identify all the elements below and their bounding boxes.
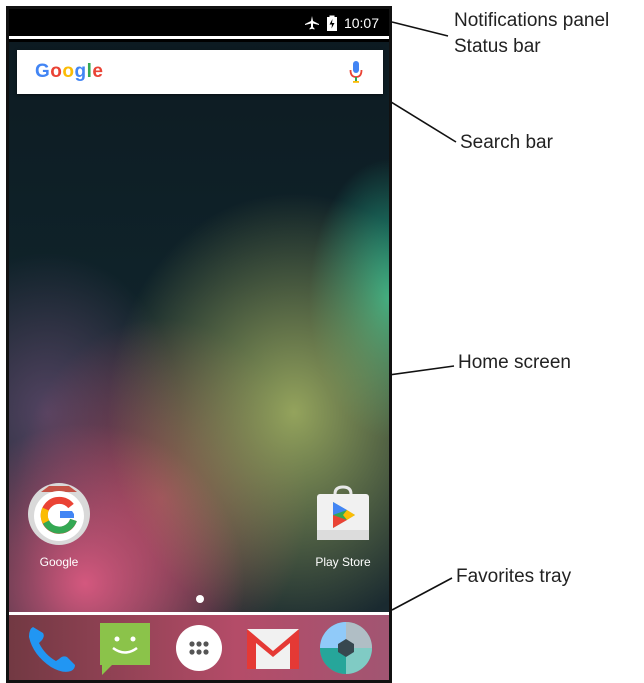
- phone-icon[interactable]: [23, 619, 81, 677]
- favorites-tray: [9, 612, 389, 680]
- mic-icon[interactable]: [349, 60, 363, 84]
- callout-notifications-panel: Notifications panel: [454, 10, 610, 31]
- app-google[interactable]: Google: [19, 482, 99, 569]
- airplane-icon: [304, 15, 319, 29]
- app-label-google: Google: [39, 555, 79, 569]
- app-drawer-icon[interactable]: [170, 619, 228, 677]
- callout-home-screen: Home screen: [458, 352, 571, 373]
- callout-favorites-tray: Favorites tray: [456, 566, 572, 587]
- search-bar[interactable]: Google: [17, 50, 383, 94]
- status-time: 10:07: [343, 14, 379, 31]
- callout-search-bar: Search bar: [460, 132, 553, 153]
- leader-favorites-tray: [391, 577, 453, 611]
- callout-status-bar: Status bar: [454, 36, 541, 57]
- battery-icon: [326, 15, 337, 31]
- app-label-play-store: Play Store: [315, 555, 371, 569]
- status-bar[interactable]: 10:07: [9, 9, 389, 39]
- messaging-icon[interactable]: [96, 619, 154, 677]
- play-store-icon: [317, 485, 369, 540]
- home-screen[interactable]: Google Google Play Store: [9, 42, 389, 612]
- google-app-icon: [28, 483, 90, 545]
- gmail-icon[interactable]: [244, 619, 302, 677]
- leader-notifications: [391, 21, 449, 37]
- camera-icon[interactable]: [317, 619, 375, 677]
- app-play-store[interactable]: Play Store: [303, 482, 383, 569]
- page-indicator: [196, 595, 204, 603]
- google-logo: Google: [35, 61, 104, 82]
- phone-screen: 10:07 Google Google Play Store: [6, 6, 392, 683]
